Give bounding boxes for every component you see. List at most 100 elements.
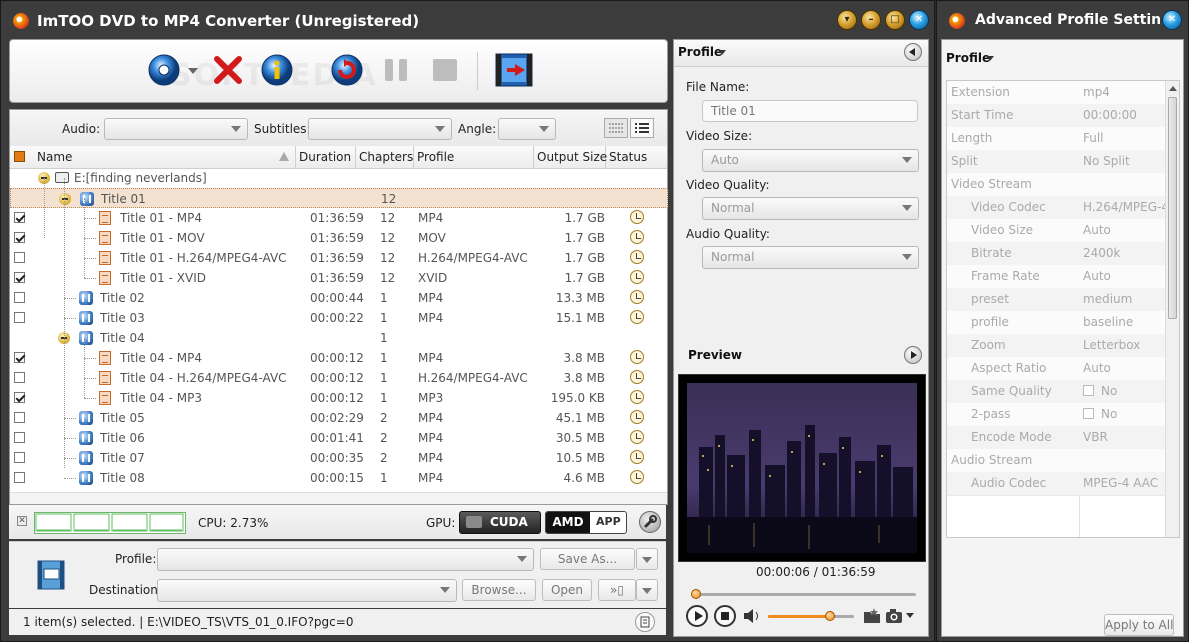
- settings-button[interactable]: [639, 511, 661, 533]
- transfer-device-dropdown[interactable]: [636, 579, 658, 601]
- preview-seek-bar[interactable]: [691, 589, 916, 599]
- advanced-close-icon[interactable]: ✕: [1162, 10, 1182, 30]
- expand-preview-button[interactable]: [904, 346, 922, 364]
- main-title-bar[interactable]: ImTOO DVD to MP4 Converter (Unregistered…: [1, 1, 934, 39]
- table-row[interactable]: Title 04 - H.264/MPEG4-AVC 00:00:12 1 H.264…: [10, 368, 668, 388]
- scroll-thumb[interactable]: [1168, 97, 1177, 319]
- property-row[interactable]: Video Size Auto: [947, 219, 1179, 243]
- collapse-icon[interactable]: [59, 193, 71, 205]
- file-name-input[interactable]: Title 01: [702, 100, 918, 122]
- property-row[interactable]: 2-pass No: [947, 403, 1179, 427]
- table-row[interactable]: Title 08 00:00:15 1 MP4 4.6 MB: [10, 468, 668, 488]
- advanced-profile-header[interactable]: Profile: [946, 51, 990, 65]
- property-row[interactable]: Encode Mode VBR: [947, 426, 1179, 450]
- list-view-button[interactable]: [630, 118, 654, 138]
- load-dvd-button[interactable]: [147, 53, 181, 87]
- table-row[interactable]: Title 01 - XVID 01:36:59 12 XVID 1.7 GB: [10, 268, 668, 288]
- row-profile[interactable]: MP4: [418, 471, 443, 485]
- row-checkbox[interactable]: [14, 412, 25, 423]
- save-as-dropdown[interactable]: [636, 548, 658, 570]
- row-profile[interactable]: MP4: [418, 311, 443, 325]
- preview-stop-button[interactable]: [714, 605, 736, 627]
- maximize-icon[interactable]: □: [885, 10, 905, 30]
- video-size-select[interactable]: Auto: [702, 149, 919, 172]
- property-row[interactable]: Bitrate 2400k: [947, 242, 1179, 266]
- convert-button[interactable]: [330, 53, 364, 87]
- table-row[interactable]: Title 03 00:00:22 1 MP4 15.1 MB: [10, 308, 668, 328]
- cuda-button[interactable]: CUDA: [459, 511, 541, 534]
- row-checkbox[interactable]: [14, 252, 25, 263]
- horizontal-scrollbar[interactable]: [10, 492, 667, 504]
- property-row[interactable]: Length Full: [947, 127, 1179, 151]
- property-row[interactable]: preset medium: [947, 288, 1179, 312]
- snapshot-dropdown[interactable]: [906, 613, 914, 618]
- property-checkbox[interactable]: [1083, 385, 1094, 396]
- browse-button[interactable]: Browse...: [462, 579, 536, 601]
- angle-select[interactable]: [498, 118, 556, 140]
- audio-quality-select[interactable]: Normal: [702, 246, 919, 269]
- property-row[interactable]: Start Time 00:00:00: [947, 104, 1179, 128]
- table-row[interactable]: Title 04 - MP4 00:00:12 1 MP4 3.8 MB: [10, 348, 668, 368]
- table-row[interactable]: Title 04 1: [10, 328, 668, 348]
- row-profile[interactable]: XVID: [418, 271, 447, 285]
- property-row[interactable]: Video Codec H.264/MPEG-4: [947, 196, 1179, 220]
- row-profile[interactable]: MP3: [418, 391, 443, 405]
- open-button[interactable]: Open: [542, 579, 592, 601]
- play-button[interactable]: [686, 605, 708, 627]
- video-editor-button[interactable]: [495, 52, 533, 88]
- header-output-size[interactable]: Output Size: [534, 146, 607, 168]
- pause-button[interactable]: [380, 53, 414, 87]
- log-button[interactable]: [635, 612, 655, 632]
- row-profile[interactable]: MP4: [418, 451, 443, 465]
- row-checkbox[interactable]: [14, 212, 25, 223]
- row-checkbox[interactable]: [14, 312, 25, 323]
- table-row[interactable]: Title 06 00:01:41 2 MP4 30.5 MB: [10, 428, 668, 448]
- destination-select[interactable]: [157, 579, 457, 602]
- header-status[interactable]: Status: [606, 146, 667, 168]
- header-duration[interactable]: Duration: [296, 146, 356, 168]
- row-profile[interactable]: MOV: [418, 231, 446, 245]
- snapshot-button[interactable]: [884, 606, 904, 626]
- close-icon[interactable]: ✕: [909, 10, 929, 30]
- property-row[interactable]: Extension mp4: [947, 81, 1179, 105]
- table-row[interactable]: Title 01 - MOV 01:36:59 12 MOV 1.7 GB: [10, 228, 668, 248]
- save-as-button[interactable]: Save As...: [540, 548, 635, 570]
- advanced-profile-dropdown[interactable]: [986, 56, 994, 61]
- property-row[interactable]: Frame Rate Auto: [947, 265, 1179, 289]
- row-checkbox[interactable]: [14, 452, 25, 463]
- audio-select[interactable]: [104, 118, 248, 140]
- volume-button[interactable]: [742, 607, 762, 625]
- info-button[interactable]: [260, 53, 294, 87]
- detail-view-button[interactable]: [604, 118, 628, 138]
- row-profile[interactable]: MP4: [418, 351, 443, 365]
- close-cpu-icon[interactable]: ✕: [17, 516, 27, 526]
- row-checkbox[interactable]: [14, 472, 25, 483]
- row-profile[interactable]: H.264/MPEG4-AVC: [418, 371, 528, 385]
- menu-icon[interactable]: ▾: [837, 10, 857, 30]
- property-row[interactable]: Audio Codec MPEG-4 AAC: [947, 472, 1179, 496]
- table-row[interactable]: Title 02 00:00:44 1 MP4 13.3 MB: [10, 288, 668, 308]
- transfer-device-button[interactable]: »▯: [598, 579, 636, 601]
- seek-handle[interactable]: [691, 589, 702, 599]
- header-name[interactable]: Name: [34, 146, 296, 168]
- collapse-panel-button[interactable]: [904, 43, 922, 61]
- row-checkbox[interactable]: [14, 232, 25, 243]
- row-profile[interactable]: MP4: [418, 211, 443, 225]
- property-row[interactable]: Zoom Letterbox: [947, 334, 1179, 358]
- table-row[interactable]: Title 01 12: [10, 188, 668, 208]
- volume-slider[interactable]: [768, 611, 854, 621]
- advanced-title-bar[interactable]: Advanced Profile Settin... ✕: [937, 1, 1188, 39]
- subtitles-select[interactable]: [308, 118, 452, 140]
- header-chapters[interactable]: Chapters: [356, 146, 414, 168]
- property-row[interactable]: Video Stream: [947, 173, 1179, 197]
- stop-button[interactable]: [428, 53, 462, 87]
- table-row[interactable]: Title 05 00:02:29 2 MP4 45.1 MB: [10, 408, 668, 428]
- amd-app-button[interactable]: AMD APP: [545, 511, 627, 534]
- load-dropdown-arrow[interactable]: [188, 68, 198, 74]
- table-row[interactable]: Title 01 - MP4 01:36:59 12 MP4 1.7 GB: [10, 208, 668, 228]
- table-row[interactable]: Title 01 - H.264/MPEG4-AVC 01:36:59 12 H.26…: [10, 248, 668, 268]
- snapshot-folder-button[interactable]: [862, 606, 882, 626]
- row-checkbox[interactable]: [14, 292, 25, 303]
- row-checkbox[interactable]: [14, 392, 25, 403]
- row-profile[interactable]: MP4: [418, 431, 443, 445]
